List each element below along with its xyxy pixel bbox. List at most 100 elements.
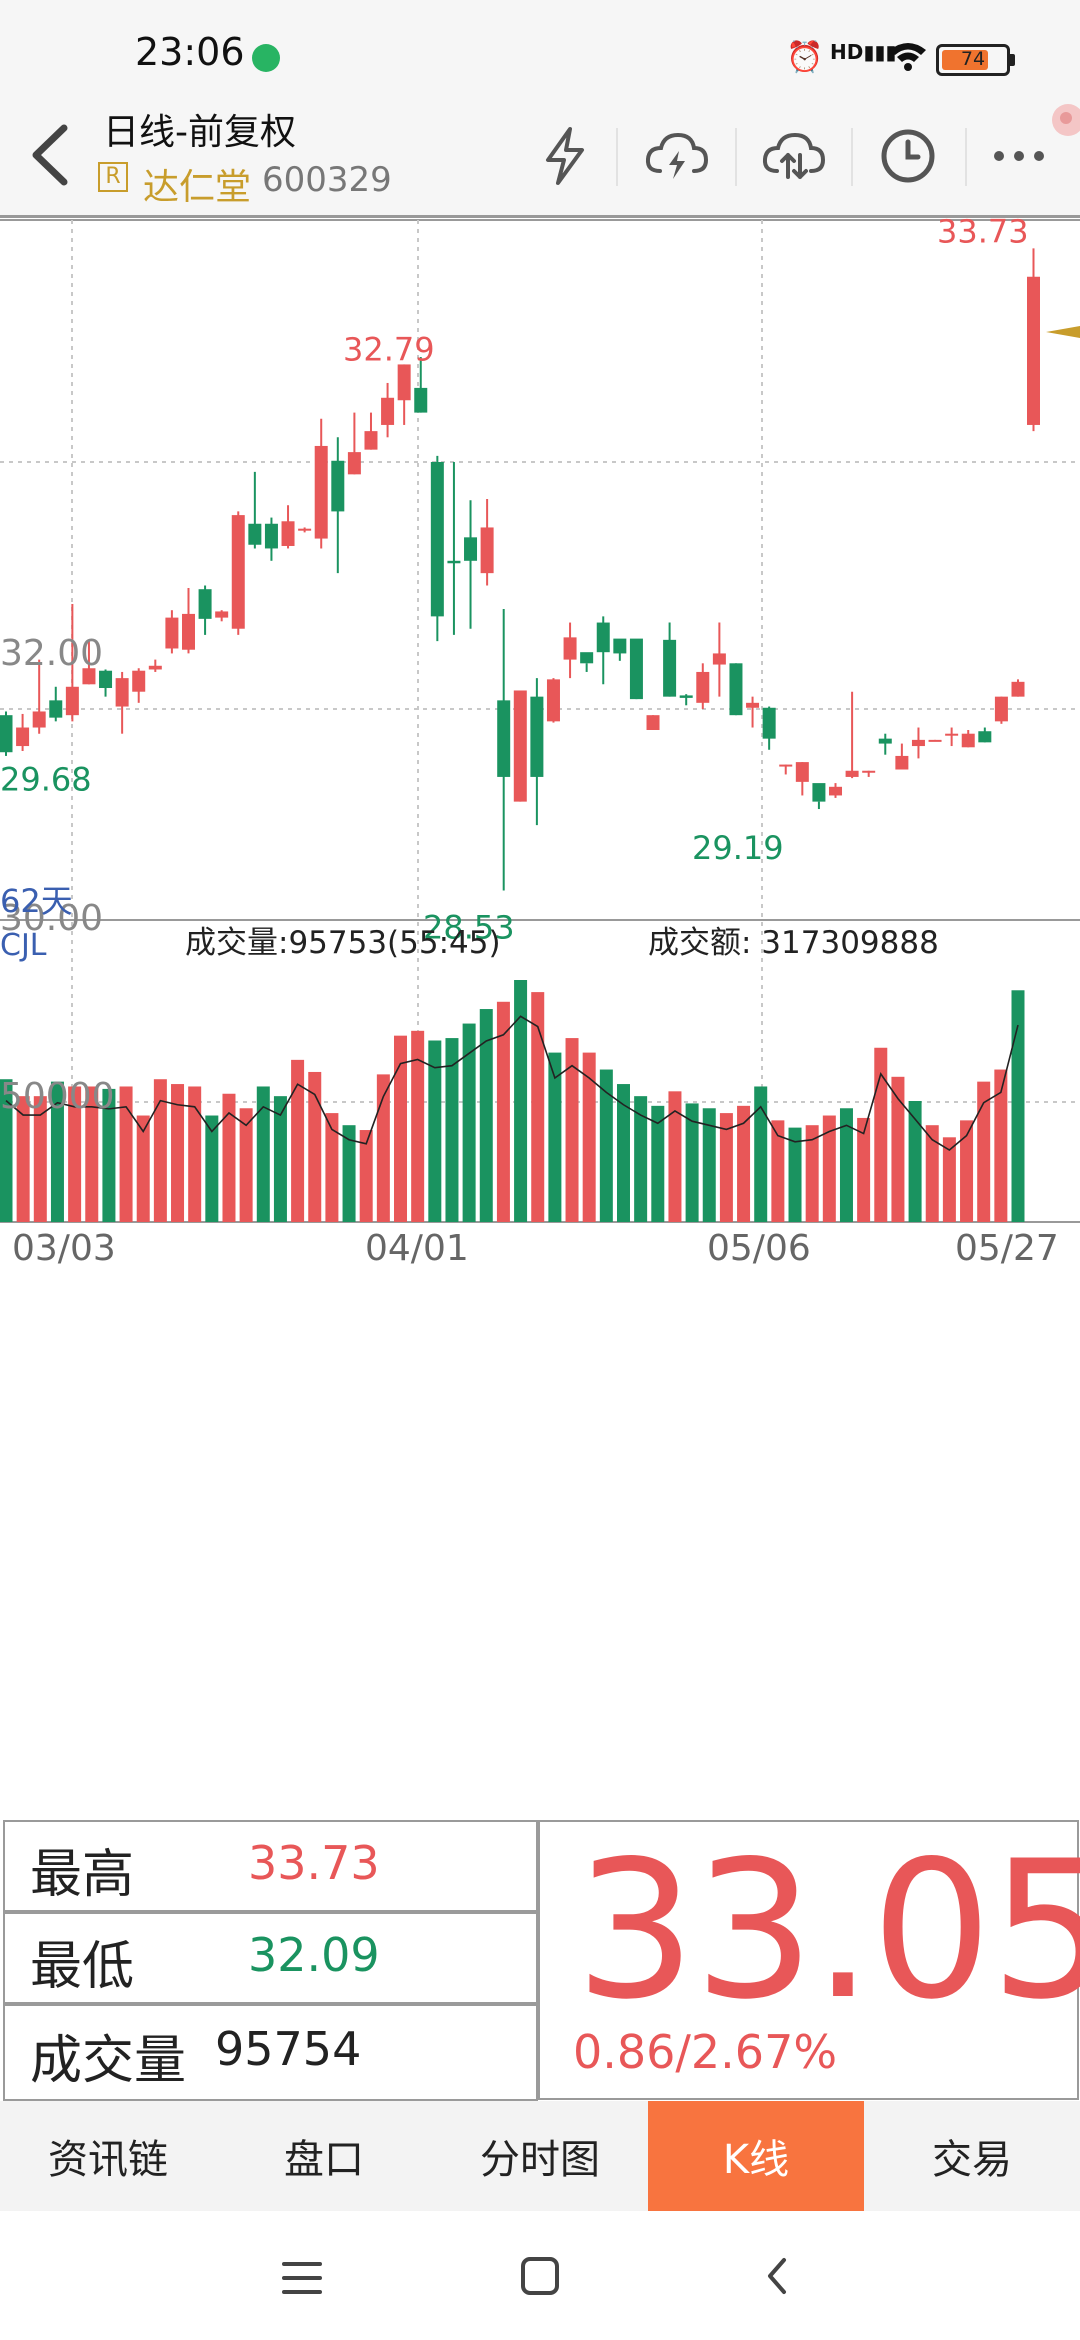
candle-body [530, 696, 544, 777]
candle-body [895, 755, 909, 770]
candle-body [928, 739, 942, 742]
candle-body [148, 665, 162, 670]
candle-body [1011, 681, 1025, 697]
candle-body [32, 711, 46, 728]
cloud-sync-button[interactable] [754, 120, 834, 192]
peak-marker-label: 32.79 [343, 330, 435, 368]
candle-body [115, 678, 129, 707]
header-separator [965, 128, 967, 186]
candle-body [994, 696, 1008, 722]
page-title: 日线-前复权 [103, 112, 296, 153]
cloud-sync-icon [762, 132, 826, 179]
candle-body [49, 700, 63, 718]
candle-body [712, 653, 726, 665]
header-separator [616, 128, 618, 186]
candle-body [231, 515, 245, 629]
kline-chart-svg: 32.00 30.00 33.73 32.79 29.68 28.53 29.1… [0, 218, 1080, 1269]
candle-body [762, 707, 776, 739]
candle-body [779, 764, 793, 767]
candle-body [314, 445, 328, 539]
volume-label: 成交量 [30, 2031, 187, 2091]
menu-nav-button[interactable] [280, 2258, 324, 2302]
candle-body [546, 679, 560, 722]
home-icon [521, 2257, 559, 2295]
candle-body [596, 622, 610, 653]
low-value: 32.09 [248, 1928, 380, 1982]
hd-signal-icon: HD▮▮▮ [830, 40, 897, 64]
candle-body [281, 521, 295, 546]
candle-body [795, 762, 809, 782]
clock-button[interactable] [868, 120, 948, 192]
candle-body [165, 617, 179, 649]
date-label: 03/03 [12, 1228, 116, 1269]
latest-price-pointer [1046, 326, 1080, 338]
candle-body [513, 690, 527, 802]
menu-icon [282, 2262, 322, 2294]
low-label: 最低 [30, 1937, 135, 1997]
volume-value: 95754 [215, 2022, 362, 2076]
candle-body [613, 638, 627, 654]
floating-bubble-icon[interactable] [1042, 100, 1080, 140]
candle-body [248, 523, 262, 545]
high-label: 最高 [30, 1845, 135, 1905]
stock-code: 600329 [262, 160, 392, 200]
kline-chart[interactable]: 32.00 30.00 33.73 32.79 29.68 28.53 29.1… [0, 218, 1080, 1818]
candle-body [812, 783, 826, 802]
candle-body [862, 770, 876, 773]
candle-body [397, 364, 411, 401]
current-price: 33.05 [575, 1820, 1080, 2041]
candle-body [181, 613, 195, 650]
candle-body [347, 452, 361, 475]
candle-body [16, 727, 30, 747]
candle-body [0, 715, 13, 753]
candle-body [447, 560, 461, 564]
candle-body [663, 639, 677, 697]
back-button[interactable] [22, 120, 82, 190]
candle-body [945, 733, 959, 736]
tab-order-book[interactable]: 盘口 [216, 2101, 432, 2211]
lightning-button[interactable] [525, 120, 605, 192]
high-marker-label: 33.73 [937, 218, 1029, 250]
candle-body [878, 738, 892, 744]
tab-intraday[interactable]: 分时图 [432, 2101, 648, 2211]
candle-body [198, 589, 212, 619]
more-icon [994, 151, 1044, 161]
candle-body [215, 611, 229, 618]
candle-body [829, 786, 843, 796]
cloud-lightning-button[interactable] [637, 120, 717, 192]
date-label: 05/06 [707, 1228, 811, 1269]
candle-body [497, 700, 511, 777]
candle-body [629, 638, 643, 700]
candle-body [414, 387, 428, 413]
clock-icon [881, 129, 935, 183]
tab-trade[interactable]: 交易 [864, 2101, 1080, 2211]
candle-body [381, 397, 395, 425]
tab-news-chain[interactable]: 资讯链 [0, 2101, 216, 2211]
cloud-lightning-icon [645, 132, 709, 179]
candle-body [746, 702, 760, 708]
price-axis-label: 32.00 [0, 633, 103, 674]
candle-body [729, 663, 743, 716]
status-time: 23:06 [135, 30, 245, 74]
candle-body [961, 733, 975, 748]
candle-body [264, 523, 278, 549]
candle-body [298, 528, 312, 531]
candle-body [911, 739, 925, 747]
candle-body [845, 770, 859, 777]
candle-body [430, 462, 444, 617]
candle-body [679, 695, 693, 698]
volume-axis-label: 50000 [0, 1076, 115, 1117]
battery-tip [1010, 54, 1015, 66]
high-value: 33.73 [248, 1836, 380, 1890]
home-nav-button[interactable] [518, 2254, 562, 2302]
battery-icon: 74 [936, 44, 1010, 76]
volume-indicator-label: CJL [0, 928, 47, 963]
date-label: 05/27 [955, 1228, 1059, 1269]
start-low-marker-label: 29.68 [0, 761, 92, 799]
tab-kline[interactable]: K线 [648, 2101, 864, 2211]
back-nav-button[interactable] [762, 2254, 792, 2302]
candle-body [331, 460, 345, 512]
candle-body [464, 537, 478, 561]
candle-body [696, 671, 710, 703]
candle-body [364, 431, 378, 450]
